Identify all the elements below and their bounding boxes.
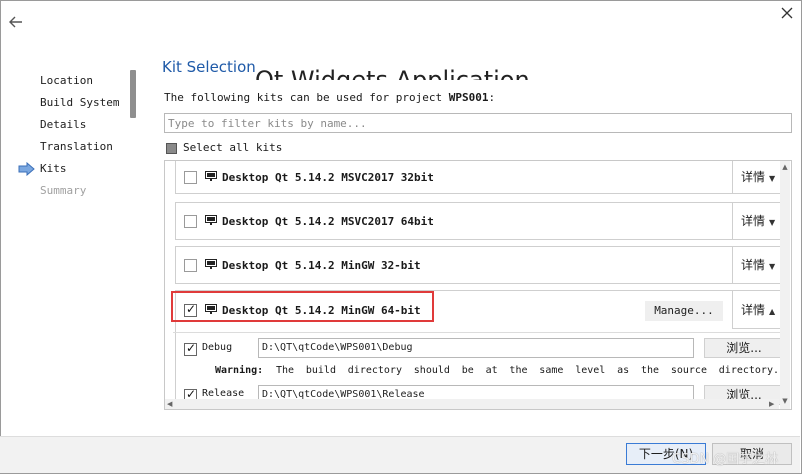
details-label: 详情 bbox=[741, 303, 766, 317]
close-icon[interactable] bbox=[778, 6, 796, 24]
kit-details-button[interactable]: 详情 ▼ bbox=[732, 247, 782, 283]
watermark: CSDN @国学之林 bbox=[672, 452, 779, 467]
manage-button[interactable]: Manage... bbox=[645, 301, 723, 321]
chevron-down-icon: ▼ bbox=[769, 174, 776, 183]
kit-checkbox[interactable] bbox=[184, 215, 197, 228]
warning-text: The build directory should be at the sam… bbox=[276, 365, 779, 376]
description-suffix: : bbox=[488, 91, 496, 104]
select-all-checkbox[interactable] bbox=[166, 143, 177, 154]
sidebar-item-summary: Summary bbox=[40, 184, 87, 197]
scroll-up-icon[interactable]: ▲ bbox=[781, 163, 789, 171]
current-step-arrow-icon bbox=[18, 161, 36, 177]
kits-vertical-scrollbar[interactable]: ▲ ▼ bbox=[780, 161, 790, 409]
details-label: 详情 bbox=[741, 214, 766, 228]
kit-row-divider bbox=[173, 332, 782, 333]
kit-row-msvc2017-64[interactable]: Desktop Qt 5.14.2 MSVC2017 64bit 详情 ▼ bbox=[175, 202, 782, 240]
sidebar-item-details[interactable]: Details bbox=[40, 116, 86, 134]
scroll-left-icon[interactable]: ◀ bbox=[167, 400, 172, 408]
sidebar-item-location[interactable]: Location bbox=[40, 72, 93, 90]
kit-label: Desktop Qt 5.14.2 MSVC2017 32bit bbox=[222, 171, 434, 184]
kit-row-msvc2017-32[interactable]: Desktop Qt 5.14.2 MSVC2017 32bit 详情 ▼ bbox=[175, 161, 782, 194]
chevron-down-icon: ▼ bbox=[769, 262, 776, 271]
description-prefix: The following kits can be used for proje… bbox=[164, 91, 449, 104]
select-all-label: Select all kits bbox=[183, 141, 283, 154]
project-name: WPS001 bbox=[448, 91, 489, 104]
back-arrow-icon[interactable] bbox=[8, 14, 26, 32]
kit-label: Desktop Qt 5.14.2 MSVC2017 64bit bbox=[222, 215, 434, 228]
debug-checkbox[interactable] bbox=[184, 341, 197, 356]
details-label: 详情 bbox=[741, 258, 766, 272]
kit-details-button[interactable]: 详情 ▼ bbox=[732, 203, 782, 239]
chevron-down-icon: ▼ bbox=[769, 218, 776, 227]
release-label: Release bbox=[202, 388, 245, 399]
chevron-up-icon: ▲ bbox=[769, 307, 776, 316]
kit-details-button[interactable]: 详情 ▲ bbox=[732, 291, 782, 329]
debug-label: Debug bbox=[202, 342, 233, 353]
sidebar-item-kits[interactable]: Kits bbox=[40, 160, 67, 178]
details-label: 详情 bbox=[741, 170, 766, 184]
desktop-monitor-icon bbox=[205, 259, 217, 269]
page-title: Kit Selection bbox=[162, 58, 256, 76]
debug-browse-button[interactable]: 浏览... bbox=[704, 338, 784, 358]
debug-path-field[interactable]: D:\QT\qtCode\WPS001\Debug bbox=[258, 338, 694, 358]
kit-row-mingw-32[interactable]: Desktop Qt 5.14.2 MinGW 32-bit 详情 ▼ bbox=[175, 246, 782, 284]
warning-label: Warning: bbox=[215, 365, 264, 376]
sidebar-item-build-system[interactable]: Build System bbox=[40, 94, 119, 112]
kits-panel: Desktop Qt 5.14.2 MSVC2017 32bit 详情 ▼ Des… bbox=[164, 160, 792, 410]
desktop-monitor-icon bbox=[205, 171, 217, 181]
scroll-down-icon[interactable]: ▼ bbox=[781, 397, 789, 405]
kits-horizontal-scrollbar[interactable]: ◀ ▶ bbox=[165, 399, 779, 409]
highlight-box bbox=[171, 291, 434, 322]
page-ghost-title: Qt Widgets Application bbox=[255, 66, 530, 80]
kit-checkbox[interactable] bbox=[184, 259, 197, 272]
kits-description: The following kits can be used for proje… bbox=[164, 91, 495, 104]
sidebar-scroll-indicator bbox=[130, 70, 136, 118]
scroll-right-icon[interactable]: ▶ bbox=[769, 400, 774, 408]
kit-filter-input[interactable] bbox=[164, 113, 792, 133]
desktop-monitor-icon bbox=[205, 215, 217, 225]
kit-checkbox[interactable] bbox=[184, 171, 197, 184]
kit-details-button[interactable]: 详情 ▼ bbox=[732, 161, 782, 193]
sidebar-item-translation[interactable]: Translation bbox=[40, 138, 113, 156]
kit-label: Desktop Qt 5.14.2 MinGW 32-bit bbox=[222, 259, 421, 272]
